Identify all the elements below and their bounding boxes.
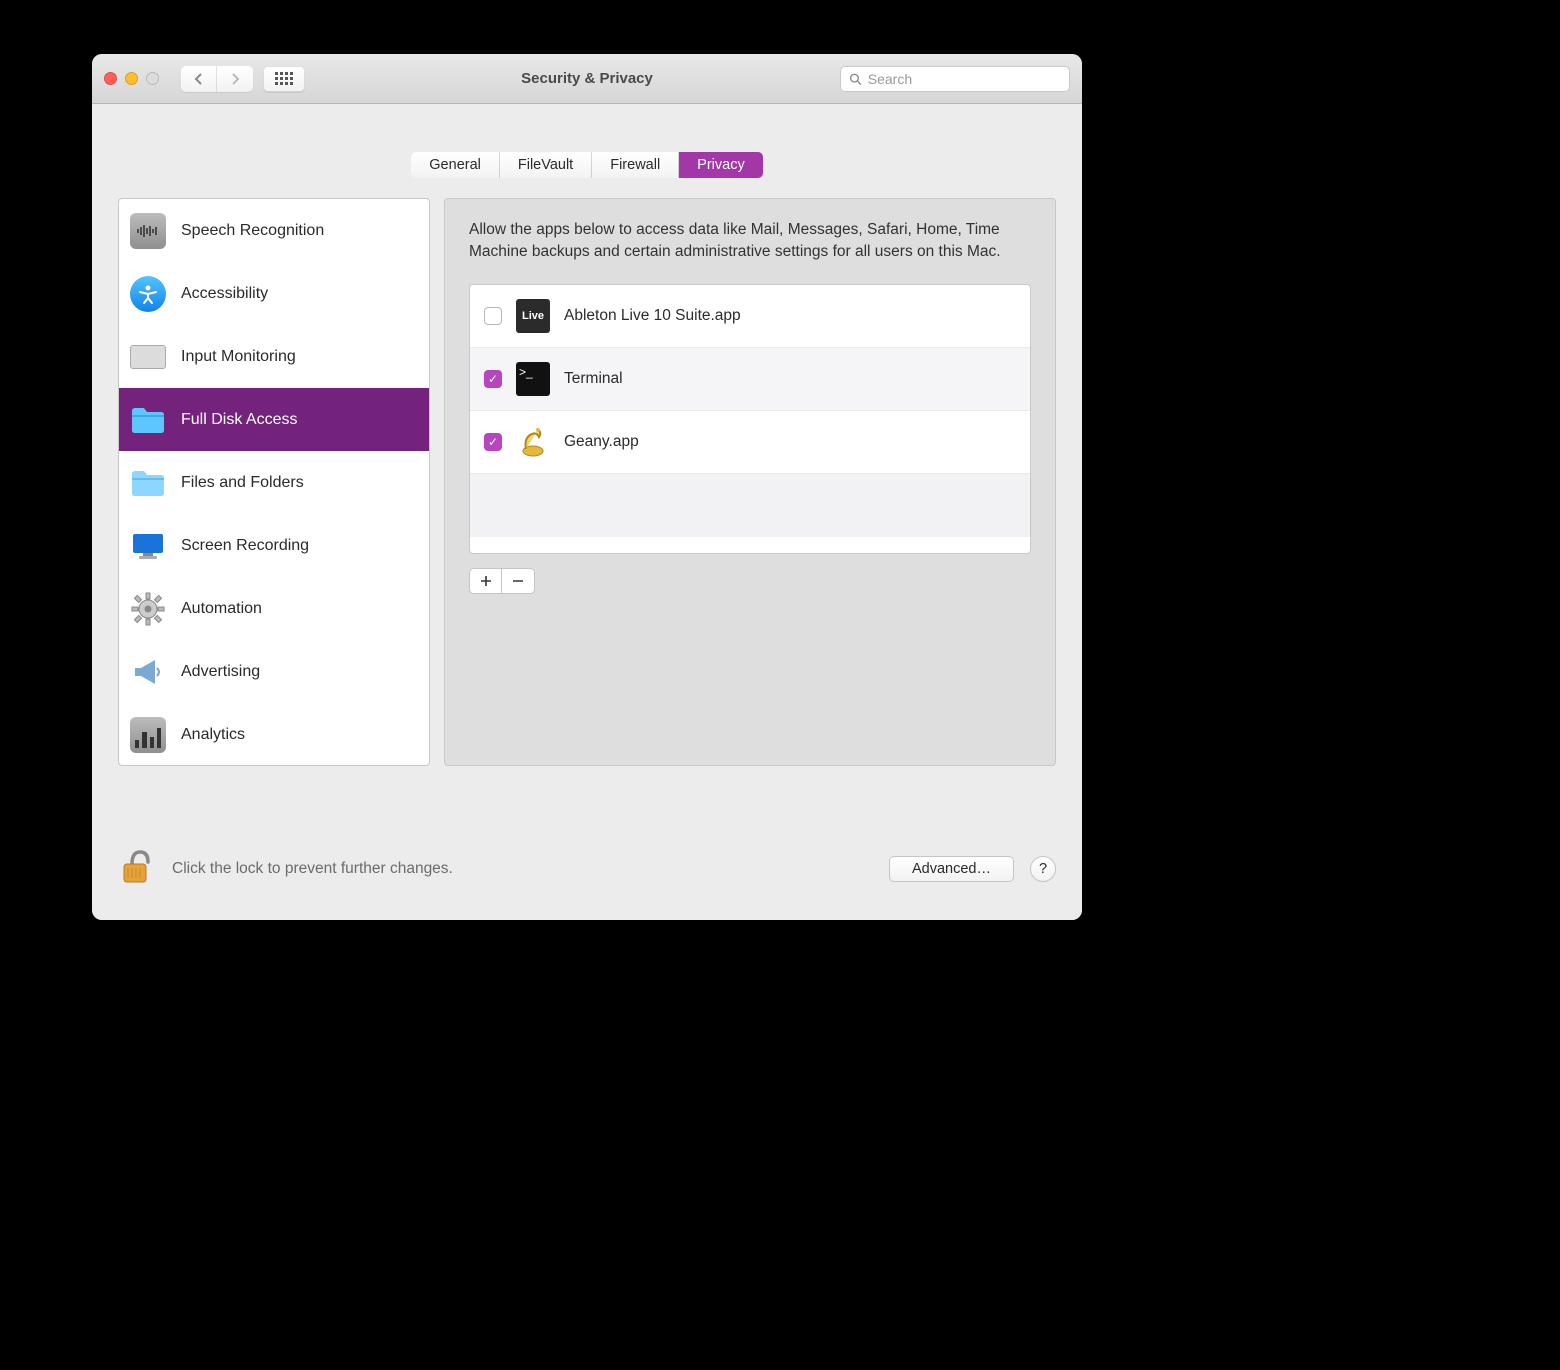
plus-icon <box>480 575 492 587</box>
tab-bar: General FileVault Firewall Privacy <box>92 152 1082 178</box>
lock-text: Click the lock to prevent further change… <box>172 860 873 878</box>
close-button[interactable] <box>104 72 117 85</box>
minimize-button[interactable] <box>125 72 138 85</box>
app-row[interactable]: ✓ >_ Terminal <box>470 348 1030 411</box>
tab-privacy[interactable]: Privacy <box>679 152 763 178</box>
sidebar-item-files-and-folders[interactable]: Files and Folders <box>119 451 429 514</box>
sidebar-item-label: Input Monitoring <box>181 348 296 366</box>
app-row[interactable]: Live Ableton Live 10 Suite.app <box>470 285 1030 348</box>
sidebar-item-label: Accessibility <box>181 285 268 303</box>
toolbar <box>181 66 305 92</box>
app-checkbox[interactable]: ✓ <box>484 370 502 388</box>
add-button[interactable] <box>470 569 502 593</box>
content-area: General FileVault Firewall Privacy Speec… <box>92 104 1082 920</box>
sidebar-item-label: Speech Recognition <box>181 222 324 240</box>
bar-chart-icon <box>129 716 167 754</box>
app-row[interactable]: ✓ Geany.app <box>470 411 1030 474</box>
gear-icon <box>129 590 167 628</box>
nav-segmented <box>181 66 253 92</box>
search-icon <box>849 72 862 86</box>
app-name-label: Terminal <box>564 370 623 388</box>
app-checkbox[interactable] <box>484 307 502 325</box>
waveform-icon <box>129 212 167 250</box>
folder-icon <box>129 464 167 502</box>
sidebar-item-accessibility[interactable]: Accessibility <box>119 262 429 325</box>
search-field[interactable] <box>840 66 1070 92</box>
back-button[interactable] <box>181 66 217 92</box>
accessibility-icon <box>129 275 167 313</box>
lock-icon[interactable] <box>118 846 156 892</box>
sidebar-item-speech-recognition[interactable]: Speech Recognition <box>119 199 429 262</box>
folder-icon <box>129 401 167 439</box>
help-button[interactable]: ? <box>1030 856 1056 882</box>
terminal-icon: >_ <box>516 362 550 396</box>
tab-filevault[interactable]: FileVault <box>500 152 592 178</box>
sidebar-item-label: Full Disk Access <box>181 411 297 429</box>
sidebar-item-input-monitoring[interactable]: Input Monitoring <box>119 325 429 388</box>
sidebar-item-label: Advertising <box>181 663 260 681</box>
sidebar-item-label: Automation <box>181 600 262 618</box>
panel: Speech Recognition Accessibility Input M… <box>118 198 1056 832</box>
sidebar-item-screen-recording[interactable]: Screen Recording <box>119 514 429 577</box>
sidebar-item-analytics[interactable]: Analytics <box>119 703 429 766</box>
chevron-right-icon <box>230 73 240 85</box>
remove-button[interactable] <box>502 569 534 593</box>
app-list[interactable]: Live Ableton Live 10 Suite.app ✓ >_ Term… <box>469 284 1031 554</box>
add-remove-control <box>469 568 535 594</box>
megaphone-icon <box>129 653 167 691</box>
zoom-button[interactable] <box>146 72 159 85</box>
ableton-live-icon: Live <box>516 299 550 333</box>
footer: Click the lock to prevent further change… <box>92 832 1082 920</box>
sidebar-item-label: Analytics <box>181 726 245 744</box>
app-name-label: Ableton Live 10 Suite.app <box>564 307 741 325</box>
advanced-button[interactable]: Advanced… <box>889 856 1014 882</box>
app-checkbox[interactable]: ✓ <box>484 433 502 451</box>
tab-firewall[interactable]: Firewall <box>592 152 679 178</box>
geany-icon <box>516 425 550 459</box>
chevron-left-icon <box>194 73 204 85</box>
preferences-window: Security & Privacy General FileVault Fir… <box>92 54 1082 920</box>
app-row-empty <box>470 474 1030 537</box>
display-icon <box>129 527 167 565</box>
sidebar-item-label: Screen Recording <box>181 537 309 555</box>
grid-icon <box>275 72 293 85</box>
titlebar: Security & Privacy <box>92 54 1082 104</box>
window-title: Security & Privacy <box>521 70 653 87</box>
sidebar-item-label: Files and Folders <box>181 474 304 492</box>
sidebar-item-advertising[interactable]: Advertising <box>119 640 429 703</box>
window-controls <box>104 72 159 85</box>
forward-button[interactable] <box>217 66 253 92</box>
privacy-sidebar[interactable]: Speech Recognition Accessibility Input M… <box>118 198 430 766</box>
app-name-label: Geany.app <box>564 433 639 451</box>
show-all-button[interactable] <box>263 66 305 92</box>
tab-general[interactable]: General <box>411 152 500 178</box>
detail-box: Allow the apps below to access data like… <box>444 198 1056 766</box>
search-input[interactable] <box>868 71 1061 87</box>
detail-pane: Allow the apps below to access data like… <box>444 198 1056 832</box>
sidebar-item-full-disk-access[interactable]: Full Disk Access <box>119 388 429 451</box>
sidebar-item-automation[interactable]: Automation <box>119 577 429 640</box>
tab-segmented: General FileVault Firewall Privacy <box>411 152 762 178</box>
keyboard-icon <box>129 338 167 376</box>
minus-icon <box>512 575 524 587</box>
description-text: Allow the apps below to access data like… <box>469 219 1031 264</box>
